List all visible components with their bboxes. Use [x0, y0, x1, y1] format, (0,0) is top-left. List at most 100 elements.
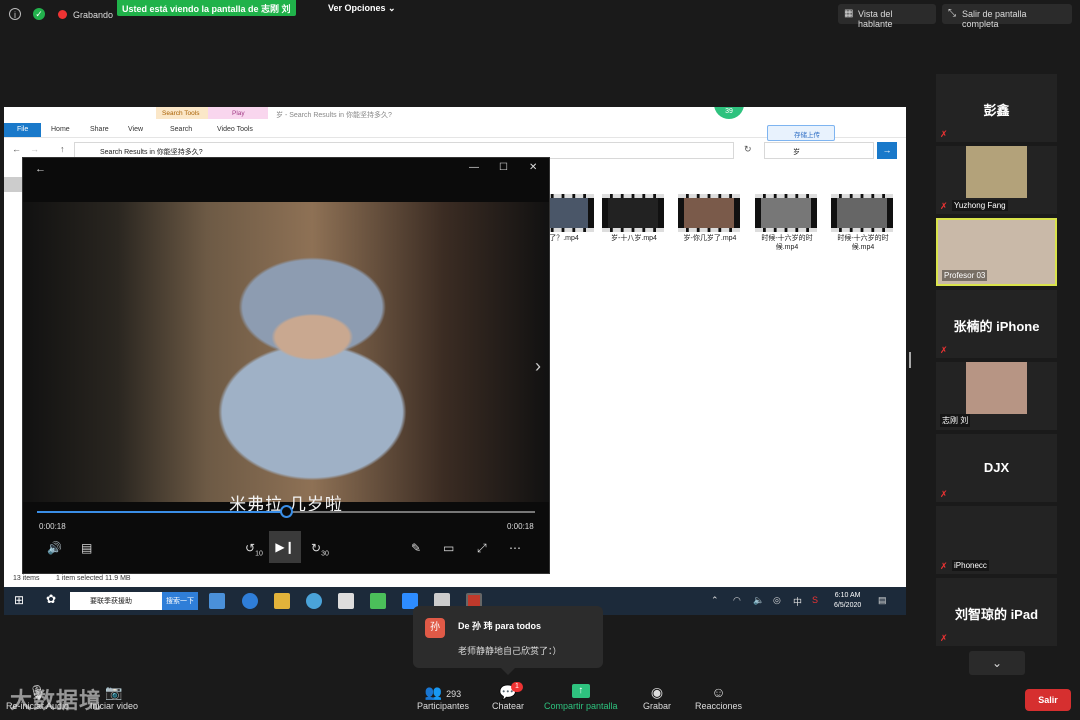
- explorer-search-input[interactable]: 岁: [764, 142, 874, 159]
- participant-tile[interactable]: 彭鑫 ✗: [936, 74, 1057, 142]
- share-screen-button[interactable]: ↑ Compartir pantalla: [544, 684, 618, 711]
- share-screen-icon: ↑: [571, 684, 590, 698]
- participant-tile[interactable]: 志刚 刘: [936, 362, 1057, 430]
- info-icon[interactable]: i: [9, 8, 21, 20]
- close-icon[interactable]: ✕: [529, 162, 537, 173]
- miniview-icon[interactable]: ▭: [443, 541, 454, 555]
- microphone-muted-icon: 🎙: [28, 684, 47, 700]
- fullscreen-icon[interactable]: ⤢: [477, 541, 487, 556]
- skip-back-label: 10: [255, 550, 263, 558]
- file-item[interactable]: 时候-十六岁的时候.mp4: [831, 194, 895, 252]
- participant-video: [966, 362, 1027, 414]
- store-icon[interactable]: [338, 593, 354, 609]
- participant-tile[interactable]: iPhonecc ✗: [936, 506, 1057, 574]
- notifications-icon[interactable]: ▤: [878, 595, 887, 606]
- chevron-up-icon[interactable]: ⌃: [711, 595, 719, 606]
- link-icon[interactable]: [306, 593, 322, 609]
- participants-count: 293: [446, 689, 462, 699]
- maximize-icon[interactable]: ☐: [499, 162, 508, 173]
- record-icon: ◉: [650, 684, 664, 700]
- audio-button[interactable]: 🎙 Re-iniciar Audio: [6, 684, 69, 711]
- forward-arrow-icon[interactable]: →: [30, 144, 39, 154]
- pen-icon[interactable]: ✎: [411, 541, 421, 555]
- mic-muted-icon: ✗: [940, 633, 948, 643]
- participant-tile[interactable]: Profesor 03: [936, 218, 1057, 286]
- taskbar-search-input[interactable]: 要联季获援助: [70, 592, 162, 610]
- taskbar-clock[interactable]: 6:10 AM 6/5/2020: [834, 591, 861, 611]
- skip-forward-button[interactable]: ↻30: [311, 541, 329, 557]
- recording-icon: [58, 10, 67, 19]
- grid-icon: ▦: [844, 8, 854, 19]
- tab-home[interactable]: Home: [51, 126, 70, 133]
- mic-muted-icon: ✗: [940, 345, 948, 355]
- speaker-icon[interactable]: 🔈: [753, 595, 764, 606]
- windows-start-icon[interactable]: ⊞: [14, 593, 24, 607]
- mic-muted-icon: ✗: [940, 129, 948, 139]
- leave-button[interactable]: Salir: [1025, 689, 1071, 711]
- mail-icon[interactable]: [209, 593, 225, 609]
- reactions-button[interactable]: ☺ Reacciones: [695, 684, 742, 711]
- next-video-icon[interactable]: ›: [535, 356, 541, 377]
- tab-search[interactable]: Search: [170, 126, 192, 133]
- play-store-icon[interactable]: [370, 593, 386, 609]
- wifi-icon[interactable]: ◠: [733, 595, 741, 606]
- minimize-icon[interactable]: —: [469, 162, 479, 173]
- record-button[interactable]: ◉ Grabar: [643, 684, 671, 711]
- speaker-view-label: Vista del hablante: [858, 9, 893, 29]
- panel-scroll-down-button[interactable]: ⌄: [969, 651, 1025, 675]
- shield-icon[interactable]: ✓: [33, 8, 45, 20]
- back-arrow-icon[interactable]: ←: [12, 144, 21, 154]
- video-frame[interactable]: [23, 202, 549, 502]
- play-pause-button[interactable]: ▶❙: [269, 531, 301, 563]
- video-thumbnail: [831, 194, 893, 232]
- view-options-dropdown[interactable]: Ver Opciones ⌄: [328, 3, 396, 14]
- exit-fullscreen-label: Salir de pantalla completa: [962, 9, 1027, 29]
- captions-icon[interactable]: ▤: [81, 541, 92, 555]
- file-item[interactable]: 岁-你几岁了.mp4: [678, 194, 742, 243]
- avatar: 孙: [425, 618, 445, 638]
- thumbnail-image: [608, 198, 658, 228]
- up-arrow-icon[interactable]: ↑: [60, 144, 65, 154]
- seek-handle[interactable]: [280, 505, 293, 518]
- antivirus-icon[interactable]: S: [812, 595, 818, 605]
- zoom-top-bar: i ✓ Grabando Usted está viendo la pantal…: [0, 0, 1080, 30]
- panel-resize-handle[interactable]: [909, 352, 911, 368]
- participant-tile[interactable]: Yuzhong Fang ✗: [936, 146, 1057, 214]
- input-method[interactable]: 中: [793, 595, 802, 608]
- refresh-icon[interactable]: ↻: [744, 144, 752, 155]
- tab-share[interactable]: Share: [90, 126, 109, 133]
- participants-button[interactable]: 👥 293 Participantes: [417, 684, 469, 711]
- file-item[interactable]: 岁-十八岁.mp4: [602, 194, 666, 243]
- participant-tile[interactable]: 张楠的 iPhone ✗: [936, 290, 1057, 358]
- seek-bar[interactable]: [37, 505, 535, 518]
- participant-tile[interactable]: 刘智琼的 iPad ✗: [936, 578, 1057, 646]
- more-options-icon[interactable]: ⋯: [509, 541, 521, 555]
- play-group: Play: [208, 107, 268, 119]
- tray-app-icon[interactable]: ◎: [773, 595, 781, 606]
- tab-view[interactable]: View: [128, 126, 143, 133]
- file-item[interactable]: 时候-十六岁的时候.mp4: [755, 194, 819, 252]
- tab-file[interactable]: File: [4, 123, 41, 137]
- participant-name: DJX: [983, 460, 1010, 475]
- participant-name: 彭鑫: [983, 103, 1010, 118]
- chat-popup[interactable]: 孙 De 孙 玮 para todos 老师静静地自己欣赏了：）: [413, 606, 603, 675]
- edge-icon[interactable]: [242, 593, 258, 609]
- participant-name: 志刚 刘: [940, 414, 971, 427]
- cloud-upload-button[interactable]: 存储上传: [767, 125, 835, 141]
- search-go-button[interactable]: →: [877, 142, 897, 159]
- tab-video-tools[interactable]: Video Tools: [217, 126, 253, 133]
- speaker-view-button[interactable]: ▦ Vista del hablante: [838, 4, 936, 29]
- volume-icon[interactable]: 🔊: [47, 541, 62, 555]
- taskbar-search-button[interactable]: 搜索一下: [162, 592, 198, 610]
- back-arrow-icon[interactable]: ←: [35, 163, 46, 175]
- folder-icon[interactable]: [274, 593, 290, 609]
- participant-name: Profesor 03: [942, 270, 988, 281]
- skip-back-button[interactable]: ↺10: [245, 541, 263, 557]
- video-button[interactable]: 📷 Iniciar video: [90, 684, 138, 711]
- chat-sender: De 孙 玮 para todos: [458, 621, 542, 631]
- exit-fullscreen-button[interactable]: ⤡ Salir de pantalla completa: [942, 4, 1072, 29]
- participant-tile[interactable]: DJX ✗: [936, 434, 1057, 502]
- time-current: 0:00:18: [39, 522, 66, 531]
- file-name: 时候-十六岁的时候.mp4: [837, 235, 889, 251]
- app-icon[interactable]: ✿: [46, 592, 56, 606]
